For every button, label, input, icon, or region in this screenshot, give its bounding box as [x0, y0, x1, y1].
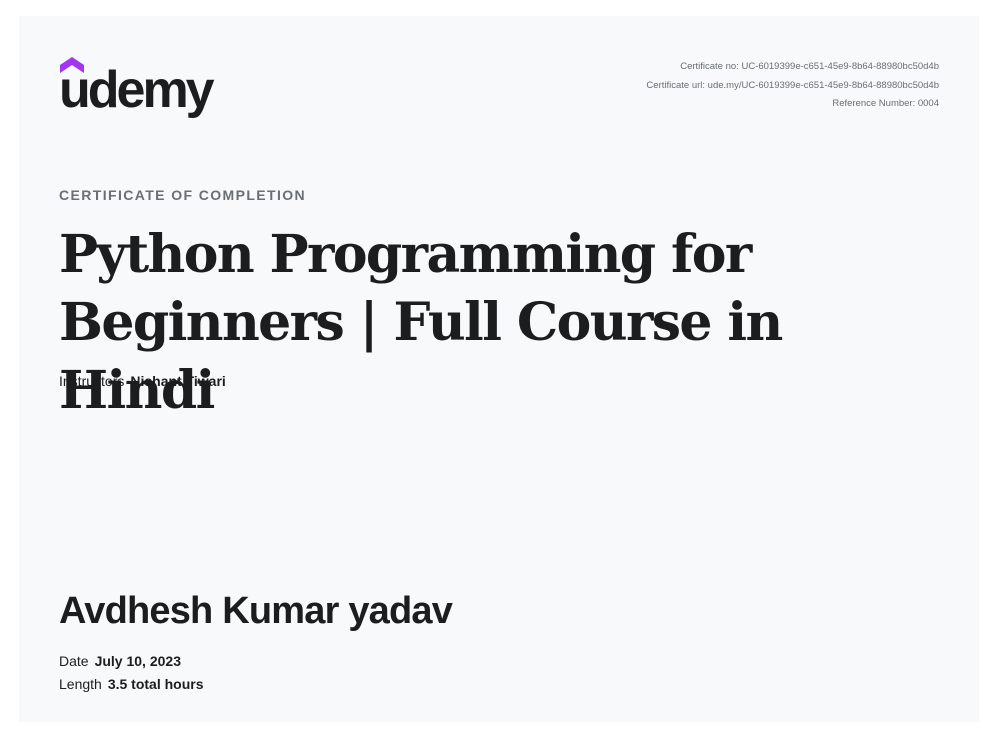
certificate-details: Date July 10, 2023 Length 3.5 total hours — [59, 650, 204, 696]
course-title-line-2: Beginners | Full Course in Hindi — [59, 292, 783, 421]
date-label: Date — [59, 653, 89, 669]
course-title-line-1: Python Programming for — [59, 224, 752, 285]
certificate-url[interactable]: Certificate url: ude.my/UC-6019399e-c651… — [646, 77, 939, 96]
length-row: Length 3.5 total hours — [59, 673, 204, 696]
instructors: Instructors Nishant Tiwari — [59, 373, 226, 389]
reference-number: Reference Number: 0004 — [832, 98, 939, 109]
recipient-name: Avdhesh Kumar yadav — [59, 590, 453, 632]
instructors-label: Instructors — [59, 373, 125, 389]
certificate-number: Certificate no: UC-6019399e-c651-45e9-8b… — [680, 61, 939, 72]
certificate-meta: Certificate no: UC-6019399e-c651-45e9-8b… — [646, 58, 939, 114]
logo-wordmark: udemy — [59, 61, 215, 119]
udemy-logo: udemy — [59, 56, 224, 120]
date-row: Date July 10, 2023 — [59, 650, 204, 673]
date-value: July 10, 2023 — [94, 653, 181, 669]
instructor-name: Nishant Tiwari — [130, 373, 226, 389]
course-title: Python Programming for Beginners | Full … — [59, 221, 949, 425]
length-value: 3.5 total hours — [107, 676, 204, 692]
certificate-heading: CERTIFICATE OF COMPLETION — [59, 187, 307, 203]
length-label: Length — [59, 676, 102, 692]
certificate-card: udemy Certificate no: UC-6019399e-c651-4… — [19, 16, 979, 722]
